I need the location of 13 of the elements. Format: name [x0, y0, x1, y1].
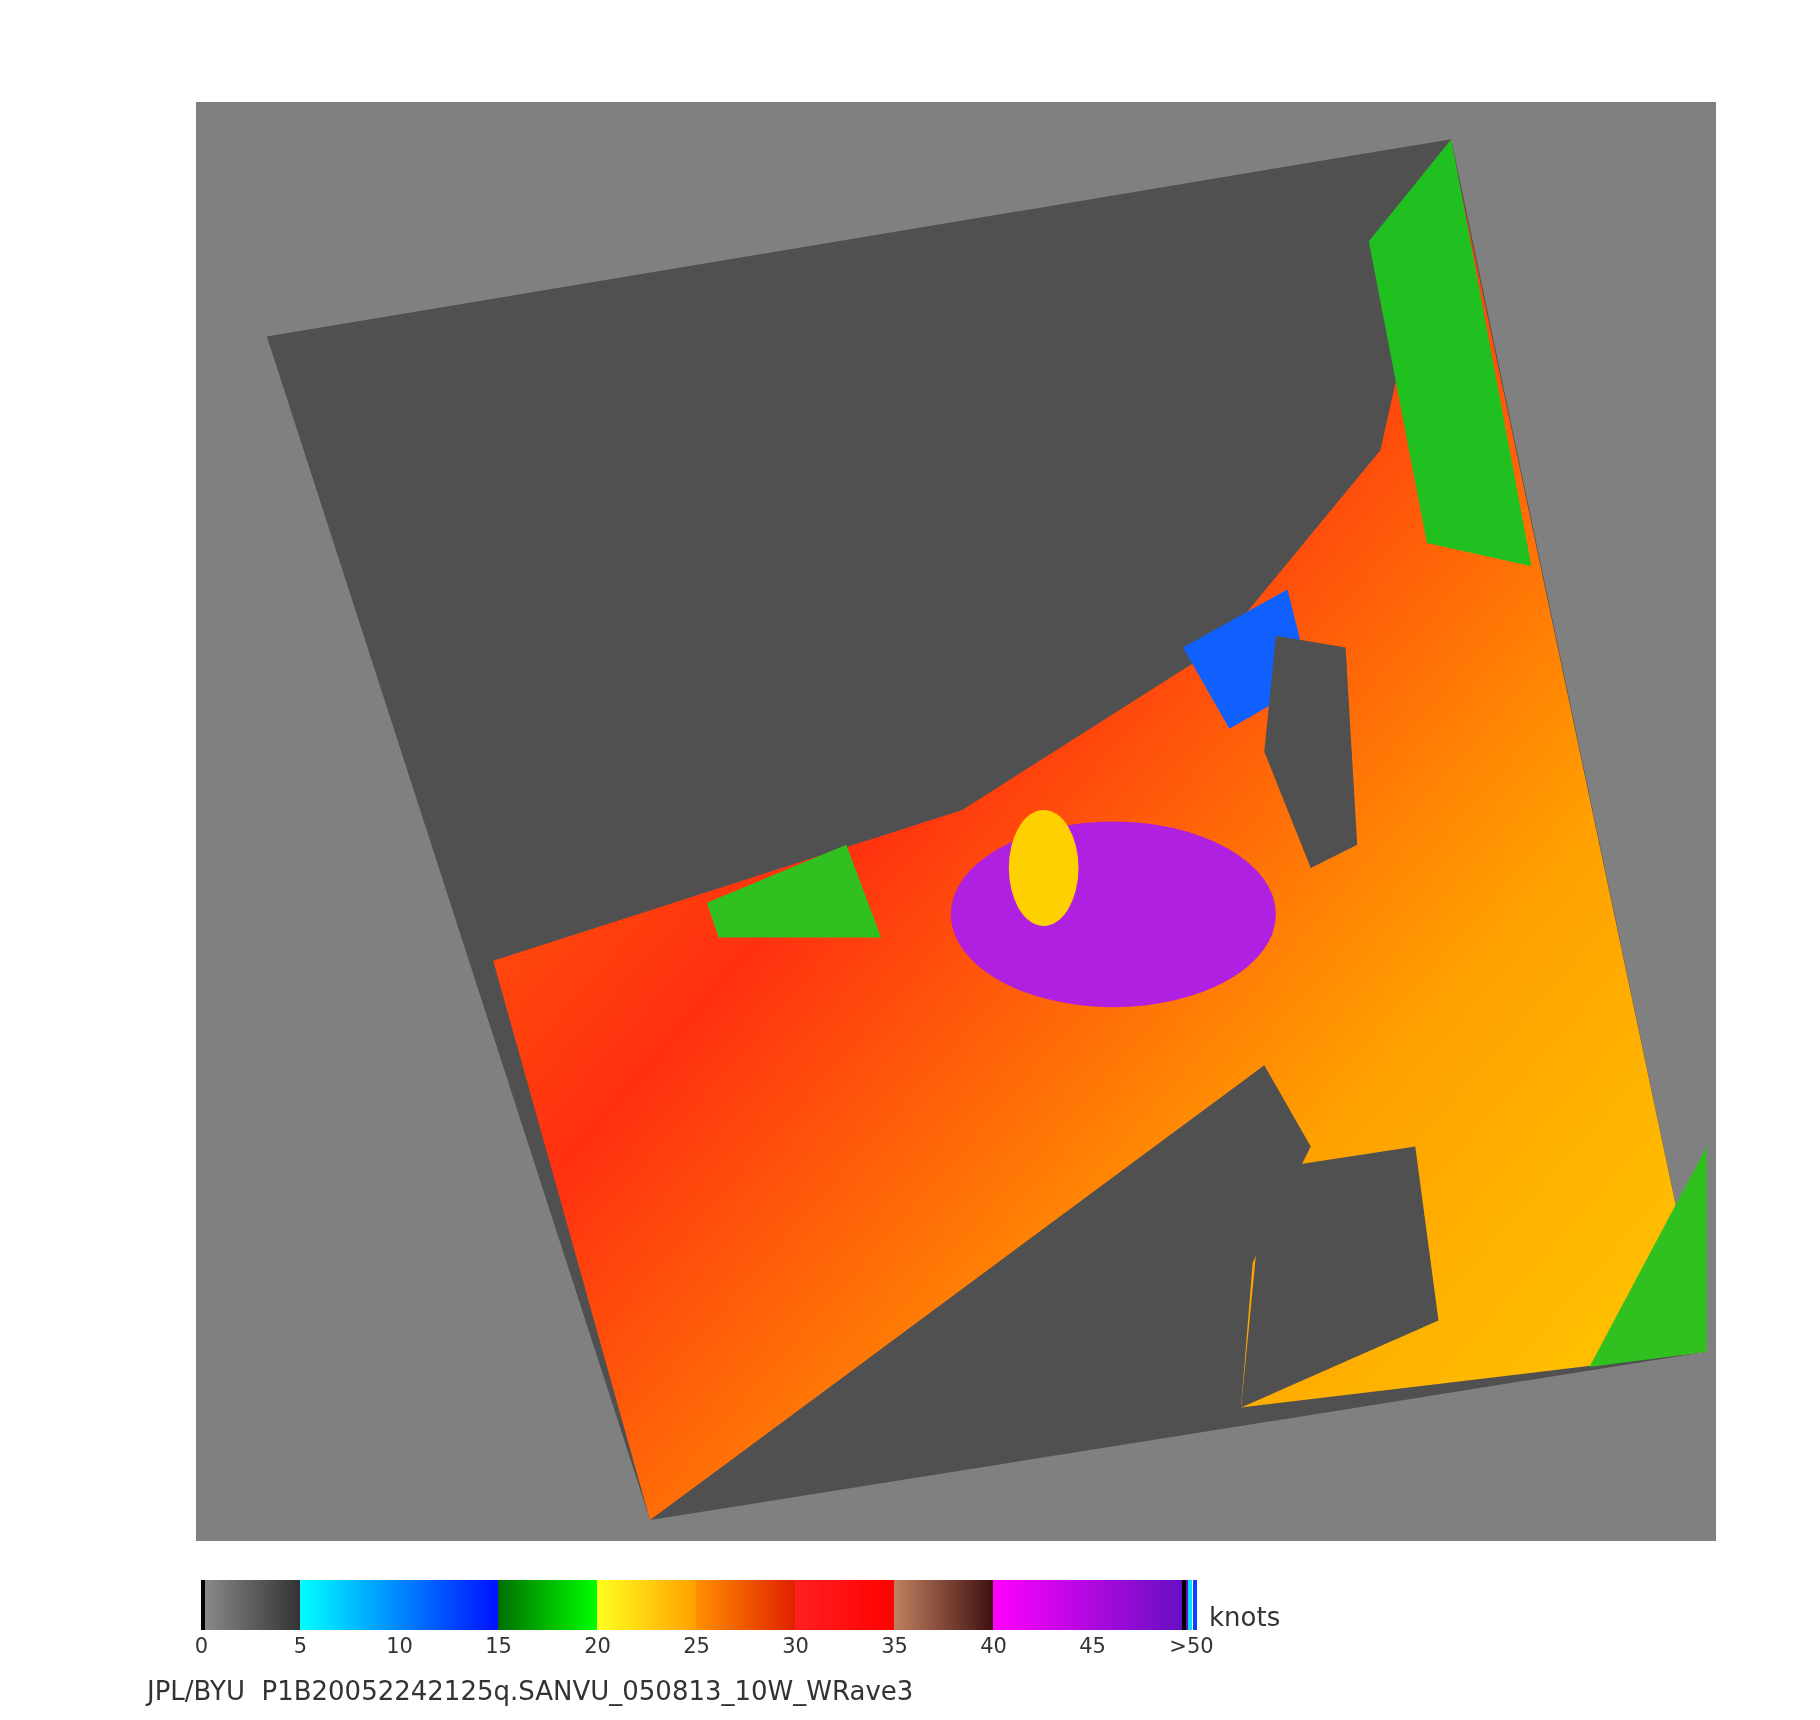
scale-tick-label: >50	[1168, 1634, 1215, 1658]
scale-tick-label: 20	[583, 1634, 612, 1658]
scale-tick-label: 10	[385, 1634, 414, 1658]
scale-tick-label: 45	[1078, 1634, 1107, 1658]
footer-caption: JPL/BYU P1B20052242125q.SANVU_050813_10W_WRave3	[147, 1676, 915, 1706]
unit-label: knots	[1209, 1604, 1281, 1630]
scale-tick-label: 0	[193, 1634, 210, 1658]
scale-tick-label: 5	[292, 1634, 309, 1658]
scale-tick-label: 35	[880, 1634, 909, 1658]
scale-tick-label: 40	[979, 1634, 1008, 1658]
scale-tick-label: 25	[682, 1634, 711, 1658]
scale-tick-label: 15	[484, 1634, 513, 1658]
scale-tick-label: 30	[781, 1634, 810, 1658]
